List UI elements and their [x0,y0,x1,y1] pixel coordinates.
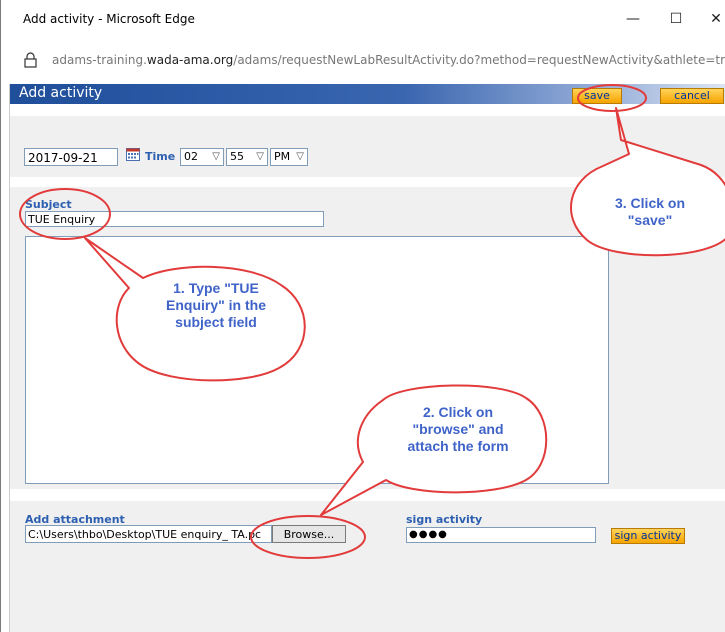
callout-text-step1: 1. Type "TUE Enquiry" in the subject fie… [131,280,301,331]
save-button[interactable]: save [572,88,622,104]
address-bar[interactable]: adams-training.wada-ama.org/adams/reques… [1,38,725,82]
callout-line: 1. Type "TUE [173,280,259,296]
file-path-input[interactable]: C:\Users\thbo\Desktop\TUE enquiry_ TA.pc [25,525,272,543]
page-header: Add activity save cancel [10,84,725,104]
maximize-button[interactable]: ☐ [661,7,691,31]
browse-button[interactable]: Browse... [272,525,346,543]
calendar-icon[interactable] [126,148,140,161]
hour-value: 02 [184,150,198,163]
minute-select[interactable]: 55 ▽ [226,148,268,166]
callout-text-step3: 3. Click on "save" [585,195,715,229]
callout-line: "save" [627,212,673,228]
chevron-down-icon: ▽ [256,151,264,162]
subject-input[interactable]: TUE Enquiry [25,211,324,227]
subject-label: Subject [25,198,72,211]
hour-select[interactable]: 02 ▽ [180,148,224,166]
separator-band [10,177,725,187]
url-text[interactable]: adams-training.wada-ama.org/adams/reques… [52,53,725,67]
sign-activity-button[interactable]: sign activity [611,528,685,544]
chevron-down-icon: ▽ [212,151,220,162]
callout-text-step2: 2. Click on "browse" and attach the form [373,404,543,455]
minute-value: 55 [230,150,244,163]
password-input[interactable]: ●●●● [406,527,596,543]
ampm-select[interactable]: PM ▽ [270,148,308,166]
callout-line: Enquiry" in the [166,297,266,313]
spacer-band [10,104,725,116]
cancel-button[interactable]: cancel [660,88,724,104]
callout-line: "browse" and [412,421,504,437]
time-label: Time [145,150,176,163]
callout-line: subject field [175,314,257,330]
sign-activity-label: sign activity [406,513,483,526]
lock-icon [24,52,37,68]
minimize-button[interactable]: — [618,7,648,31]
separator-band [10,489,725,501]
date-input[interactable]: 2017-09-21 [24,148,118,166]
page-content: Add activity save cancel 2017-09-21 Time… [9,84,725,632]
ampm-value: PM [274,150,291,163]
callout-line: attach the form [407,438,509,454]
browser-window: Add activity - Microsoft Edge — ☐ ✕ adam… [0,0,725,632]
page-title: Add activity [19,85,103,101]
title-bar: Add activity - Microsoft Edge — ☐ ✕ [1,0,725,38]
callout-line: 3. Click on [614,195,686,211]
chevron-down-icon: ▽ [296,151,304,162]
window-title: Add activity - Microsoft Edge [23,12,195,26]
close-button[interactable]: ✕ [701,7,725,31]
callout-line: 2. Click on [422,404,494,420]
